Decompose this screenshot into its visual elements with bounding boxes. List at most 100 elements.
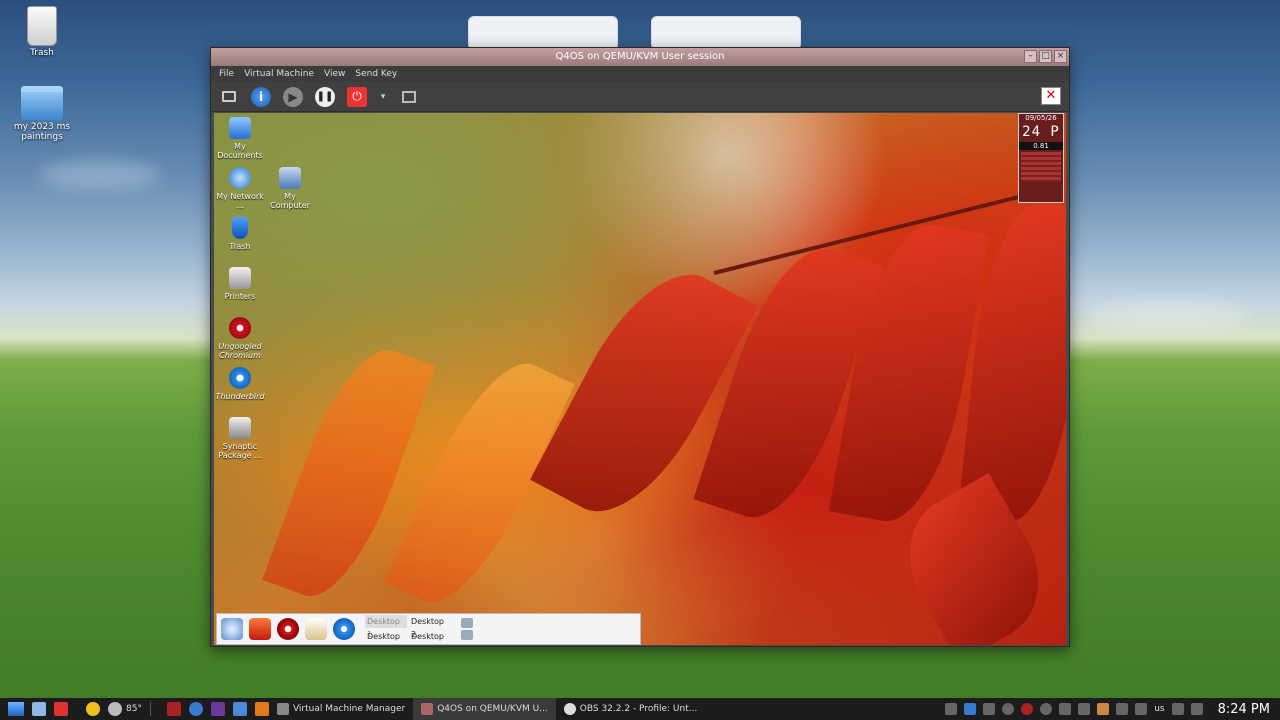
desktop-show-icon[interactable] <box>32 702 46 716</box>
pager-desktop-4[interactable]: Desktop 4 <box>409 630 451 643</box>
start-menu-icon[interactable] <box>221 618 243 640</box>
thunderbird-icon <box>229 367 251 389</box>
window-icon[interactable] <box>1059 703 1072 715</box>
menu-view[interactable]: View <box>324 66 345 82</box>
file-manager-icon[interactable] <box>305 618 327 640</box>
guest-icon-trash[interactable]: Trash <box>214 217 266 251</box>
settings-icon[interactable] <box>1040 703 1053 715</box>
guest-icon-my-documents[interactable]: My Documents <box>214 117 266 160</box>
app-icon[interactable] <box>232 702 247 716</box>
details-button[interactable]: i <box>251 86 271 107</box>
task-obs[interactable]: OBS 32.2.2 - Profile: Unt... <box>556 698 706 720</box>
guest-icon-my-network[interactable]: My Network ... <box>214 167 266 210</box>
record-icon[interactable] <box>1021 703 1034 715</box>
guest-icon-synaptic[interactable]: Synaptic Package ... <box>214 417 266 460</box>
rss-icon[interactable] <box>254 702 269 716</box>
window-titlebar[interactable]: Q4OS on QEMU/KVM User session – □ × <box>211 48 1069 66</box>
package-icon[interactable] <box>1097 703 1110 715</box>
clipboard-icon[interactable] <box>1078 703 1091 715</box>
screen-record-icon[interactable] <box>54 702 68 716</box>
thunderbird-icon[interactable] <box>333 618 355 640</box>
chromium-icon[interactable] <box>277 618 299 640</box>
guest-icon-label: My Computer <box>270 192 310 210</box>
system-monitor-widget[interactable]: 09/05/26 24 P 0.81 <box>1018 113 1064 203</box>
pen-icon[interactable] <box>945 703 958 715</box>
guest-icon-label: Printers <box>224 292 256 301</box>
folder-icon <box>21 86 63 120</box>
task-label: Virtual Machine Manager <box>292 704 406 714</box>
host-folder-label: my 2023 ms paintings <box>13 122 71 142</box>
guest-icon-printers[interactable]: Printers <box>214 267 266 301</box>
host-folder-icon[interactable]: my 2023 ms paintings <box>2 86 82 142</box>
notifications-icon[interactable] <box>1190 703 1203 715</box>
vmm-icon <box>276 703 289 715</box>
shutdown-button[interactable]: ⏻ <box>347 86 367 107</box>
pager-desktop-2[interactable]: Desktop 2 <box>409 615 451 639</box>
refresh-icon[interactable] <box>1002 703 1015 715</box>
weather-icon[interactable] <box>108 702 122 716</box>
wifi-icon[interactable] <box>1171 703 1184 715</box>
cloud <box>40 160 160 190</box>
menu-send-key[interactable]: Send Key <box>355 66 397 82</box>
browser-icon[interactable] <box>188 702 203 716</box>
maximize-button[interactable]: □ <box>1039 50 1052 63</box>
menu-file[interactable]: File <box>219 66 234 82</box>
guest-icon-label: My Network ... <box>216 192 264 210</box>
vm-icon <box>421 703 434 715</box>
system-tray: us 8:24 PM <box>945 698 1280 720</box>
guest-taskbar: Desktop 1 Desktop 2 Desktop 3 Desktop 4 <box>216 613 641 645</box>
shutdown-dropdown[interactable]: ▾ <box>379 87 387 107</box>
load-graph <box>1021 152 1061 182</box>
emoji-icon[interactable] <box>86 702 100 716</box>
chromium-icon <box>229 317 251 339</box>
tool-icon[interactable] <box>983 703 996 715</box>
app-launcher-icon[interactable] <box>166 702 181 716</box>
guest-icon-label: Thunderbird <box>215 392 265 401</box>
guest-tray <box>461 618 473 640</box>
guest-display[interactable]: My Documents My Network ... My Computer … <box>214 113 1066 645</box>
window-preview-ghost <box>651 16 801 50</box>
chevron-down-icon: ▾ <box>380 91 386 102</box>
host-trash-label: Trash <box>30 48 54 58</box>
window-preview-ghost <box>468 16 618 50</box>
menu-virtual-machine[interactable]: Virtual Machine <box>244 66 314 82</box>
home-icon[interactable] <box>249 618 271 640</box>
volume-icon[interactable] <box>1116 703 1129 715</box>
guest-icon-label: Synaptic Package ... <box>218 442 262 460</box>
pager-desktop-1[interactable]: Desktop 1 <box>365 615 407 639</box>
trash-icon <box>27 6 57 46</box>
start-menu-icon[interactable] <box>8 702 24 716</box>
fullscreen-icon: ✕ <box>1045 88 1057 103</box>
keyboard-layout[interactable]: us <box>1154 704 1164 714</box>
task-virtual-machine-manager[interactable]: Virtual Machine Manager <box>269 698 413 720</box>
divider <box>149 702 151 716</box>
task-q4os-vm[interactable]: Q4OS on QEMU/KVM U... <box>413 698 556 720</box>
task-label: Q4OS on QEMU/KVM U... <box>437 704 548 714</box>
snapshots-button[interactable] <box>399 87 419 107</box>
volume-icon[interactable] <box>461 630 473 640</box>
guest-icon-my-computer[interactable]: My Computer <box>264 167 316 210</box>
host-trash-icon[interactable]: Trash <box>2 6 82 58</box>
weather-temp: 85° <box>126 704 142 714</box>
guest-icon-chromium[interactable]: Ungoogled Chromium <box>214 317 266 360</box>
window-controls: – □ × <box>1024 50 1067 63</box>
documents-folder-icon <box>229 117 251 139</box>
guest-icon-thunderbird[interactable]: Thunderbird <box>214 367 266 401</box>
bluetooth-icon[interactable] <box>964 703 977 715</box>
notes-icon[interactable] <box>461 618 473 628</box>
task-label: OBS 32.2.2 - Profile: Unt... <box>579 704 698 714</box>
widget-time: 24 P <box>1022 124 1060 140</box>
run-button[interactable]: ▶ <box>283 86 303 107</box>
guest-icon-label: My Documents <box>217 142 263 160</box>
console-button[interactable] <box>219 87 239 107</box>
pager-desktop-3[interactable]: Desktop 3 <box>365 630 407 643</box>
fullscreen-button[interactable]: ✕ <box>1041 87 1061 105</box>
clock[interactable]: 8:24 PM <box>1218 702 1270 717</box>
pause-button[interactable]: ❚❚ <box>315 86 335 107</box>
info-icon: i <box>258 89 264 104</box>
minimize-button[interactable]: – <box>1024 50 1037 63</box>
branch <box>713 191 1035 275</box>
app-icon[interactable] <box>210 702 225 716</box>
power-icon[interactable] <box>1135 703 1148 715</box>
close-button[interactable]: × <box>1054 50 1067 63</box>
